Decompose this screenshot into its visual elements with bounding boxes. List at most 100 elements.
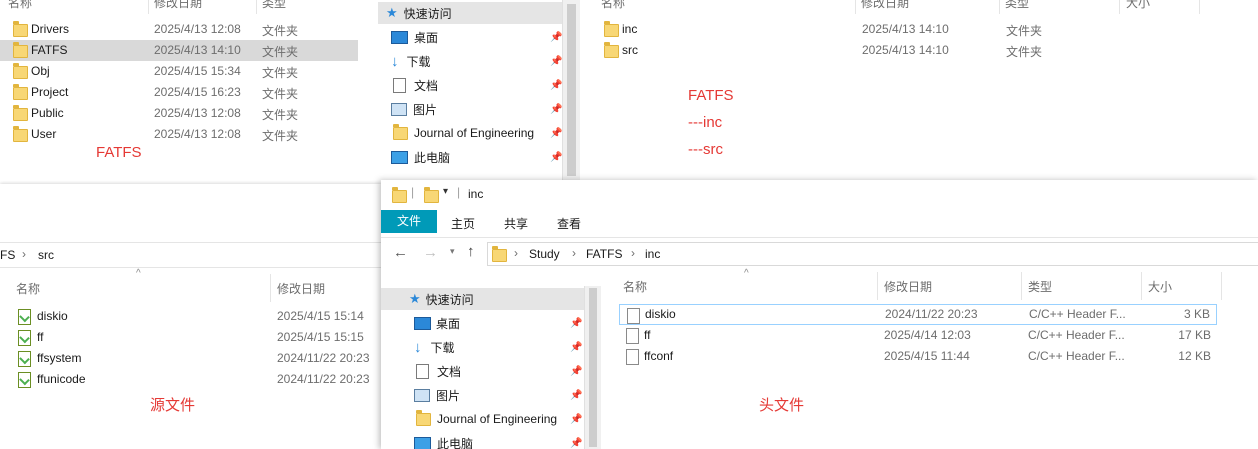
nav-item-pictures[interactable]: 图片 📌 xyxy=(381,384,584,406)
column-header-type[interactable]: 类型 xyxy=(262,0,286,11)
list-item-ff[interactable]: ff 2025/4/15 15:15 xyxy=(0,327,381,348)
breadcrumb-separator: › xyxy=(572,246,576,260)
scrollbar-thumb[interactable] xyxy=(589,288,597,447)
item-name: ffconf xyxy=(644,349,674,363)
item-date: 2025/4/15 15:14 xyxy=(277,309,364,323)
item-type: C/C++ Header F... xyxy=(1029,307,1126,321)
column-header-name[interactable]: 名称 xyxy=(8,0,32,11)
back-arrow-icon[interactable]: ← xyxy=(393,244,408,261)
c-source-file-icon xyxy=(18,351,31,367)
list-item-diskio[interactable]: diskio 2024/11/22 20:23 C/C++ Header F..… xyxy=(619,304,1217,325)
item-date: 2025/4/13 12:08 xyxy=(154,22,241,36)
column-divider[interactable] xyxy=(1021,272,1022,300)
column-divider[interactable] xyxy=(1221,272,1222,300)
item-name: ffsystem xyxy=(37,351,82,365)
folder-icon xyxy=(13,105,28,121)
tab-share[interactable]: 共享 xyxy=(504,215,528,232)
window-title: inc xyxy=(468,187,484,201)
download-arrow-icon: ↓ xyxy=(414,338,422,356)
annotation-fatfs: FATFS xyxy=(96,144,142,161)
desktop-icon xyxy=(391,30,408,44)
nav-item-documents[interactable]: 文档 📌 xyxy=(381,360,584,382)
list-item-ffunicode[interactable]: ffunicode 2024/11/22 20:23 xyxy=(0,369,381,390)
nav-scrollbar[interactable] xyxy=(584,286,601,449)
list-item-diskio[interactable]: diskio 2025/4/15 15:14 xyxy=(0,306,381,327)
column-header-date[interactable]: 修改日期 xyxy=(884,278,932,295)
nav-item-pictures[interactable]: 图片 📌 xyxy=(378,98,562,120)
nav-item-documents[interactable]: 文档 📌 xyxy=(378,74,562,96)
column-header-date[interactable]: 修改日期 xyxy=(861,0,909,11)
scrollbar-thumb[interactable] xyxy=(567,4,576,176)
list-item-inc[interactable]: inc 2025/4/13 14:10 文件夹 xyxy=(581,19,1258,40)
nav-item-label: 此电脑 xyxy=(414,150,451,165)
column-header-name[interactable]: 名称 xyxy=(601,0,625,11)
column-header-type[interactable]: 类型 xyxy=(1028,278,1052,295)
column-header-date[interactable]: 修改日期 xyxy=(154,0,202,11)
breadcrumb-study[interactable]: Study xyxy=(529,247,560,261)
list-item-ff[interactable]: ff 2025/4/14 12:03 C/C++ Header F... 17 … xyxy=(619,325,1217,346)
list-item-ffsystem[interactable]: ffsystem 2024/11/22 20:23 xyxy=(0,348,381,369)
tab-file[interactable]: 文件 xyxy=(381,210,437,233)
list-item-fatfs[interactable]: FATFS 2025/4/13 14:10 文件夹 xyxy=(0,40,358,61)
column-divider[interactable] xyxy=(1199,0,1200,14)
nav-item-journal[interactable]: Journal of Engineering 📌 xyxy=(378,122,562,144)
column-header-name[interactable]: 名称 xyxy=(623,278,647,295)
list-item-drivers[interactable]: Drivers 2025/4/13 12:08 文件夹 xyxy=(0,19,358,40)
column-divider[interactable] xyxy=(855,0,856,14)
customize-toolbar-icon[interactable]: ▾ xyxy=(443,186,448,197)
nav-item-label: 快速访问 xyxy=(403,6,452,21)
quick-access-folder-icon[interactable] xyxy=(392,187,407,203)
nav-item-quick-access[interactable]: ★ 快速访问 xyxy=(378,2,562,24)
pin-icon: 📌 xyxy=(550,151,563,163)
list-item-user[interactable]: User 2025/4/13 12:08 文件夹 xyxy=(0,124,358,145)
new-folder-icon[interactable] xyxy=(424,187,439,203)
column-header-size[interactable]: 大小 xyxy=(1126,0,1150,11)
column-divider[interactable] xyxy=(148,0,149,14)
tab-view[interactable]: 查看 xyxy=(557,215,581,232)
picture-icon xyxy=(414,388,430,402)
column-divider[interactable] xyxy=(1141,272,1142,300)
column-divider[interactable] xyxy=(999,0,1000,14)
address-bar[interactable]: › Study › FATFS › inc xyxy=(487,242,1258,266)
column-header-date[interactable]: 修改日期 xyxy=(277,280,325,297)
item-name: Public xyxy=(31,106,64,120)
list-item-project[interactable]: Project 2025/4/15 16:23 文件夹 xyxy=(0,82,358,103)
item-name: src xyxy=(622,43,638,57)
nav-item-journal[interactable]: Journal of Engineering 📌 xyxy=(381,408,584,430)
nav-item-this-pc[interactable]: 此电脑 📌 xyxy=(381,432,584,449)
nav-scrollbar[interactable] xyxy=(562,0,580,180)
column-divider[interactable] xyxy=(256,0,257,14)
breadcrumb-fatfs[interactable]: FATFS xyxy=(586,247,622,261)
column-header-size[interactable]: 大小 xyxy=(1148,278,1172,295)
breadcrumb-prev[interactable]: FS xyxy=(0,248,15,262)
annotation-structure-inc: ---inc xyxy=(688,114,723,131)
address-bar[interactable]: FS › src xyxy=(0,242,381,268)
nav-item-this-pc[interactable]: 此电脑 📌 xyxy=(378,146,562,168)
breadcrumb-inc[interactable]: inc xyxy=(645,247,660,261)
nav-item-quick-access[interactable]: ★ 快速访问 xyxy=(381,288,584,310)
nav-item-desktop[interactable]: 桌面 📌 xyxy=(378,26,562,48)
pin-icon: 📌 xyxy=(550,103,563,115)
nav-item-downloads[interactable]: ↓ 下载 📌 xyxy=(378,50,562,72)
forward-arrow-icon[interactable]: → xyxy=(423,244,438,261)
column-divider[interactable] xyxy=(1119,0,1120,14)
column-divider[interactable] xyxy=(270,274,271,302)
item-date: 2025/4/13 12:08 xyxy=(154,127,241,141)
navigation-bar: ← → ▾ ↑ › Study › FATFS › inc xyxy=(381,237,1258,270)
tab-home[interactable]: 主页 xyxy=(451,215,475,232)
title-bar[interactable]: | ▾ | inc xyxy=(381,180,1258,208)
list-item-public[interactable]: Public 2025/4/13 12:08 文件夹 xyxy=(0,103,358,124)
nav-item-label: 快速访问 xyxy=(425,292,474,307)
column-header-type[interactable]: 类型 xyxy=(1005,0,1029,11)
up-arrow-icon[interactable]: ↑ xyxy=(467,243,475,260)
nav-item-downloads[interactable]: ↓ 下载 📌 xyxy=(381,336,584,358)
list-item-ffconf[interactable]: ffconf 2025/4/15 11:44 C/C++ Header F...… xyxy=(619,346,1217,367)
breadcrumb-current[interactable]: src xyxy=(38,248,54,262)
recent-locations-icon[interactable]: ▾ xyxy=(450,246,455,257)
column-divider[interactable] xyxy=(877,272,878,300)
column-header-name[interactable]: 名称 xyxy=(16,280,40,297)
list-item-src[interactable]: src 2025/4/13 14:10 文件夹 xyxy=(581,40,1258,61)
nav-item-desktop[interactable]: 桌面 📌 xyxy=(381,312,584,334)
list-item-obj[interactable]: Obj 2025/4/15 15:34 文件夹 xyxy=(0,61,358,82)
desktop-icon xyxy=(414,316,431,330)
